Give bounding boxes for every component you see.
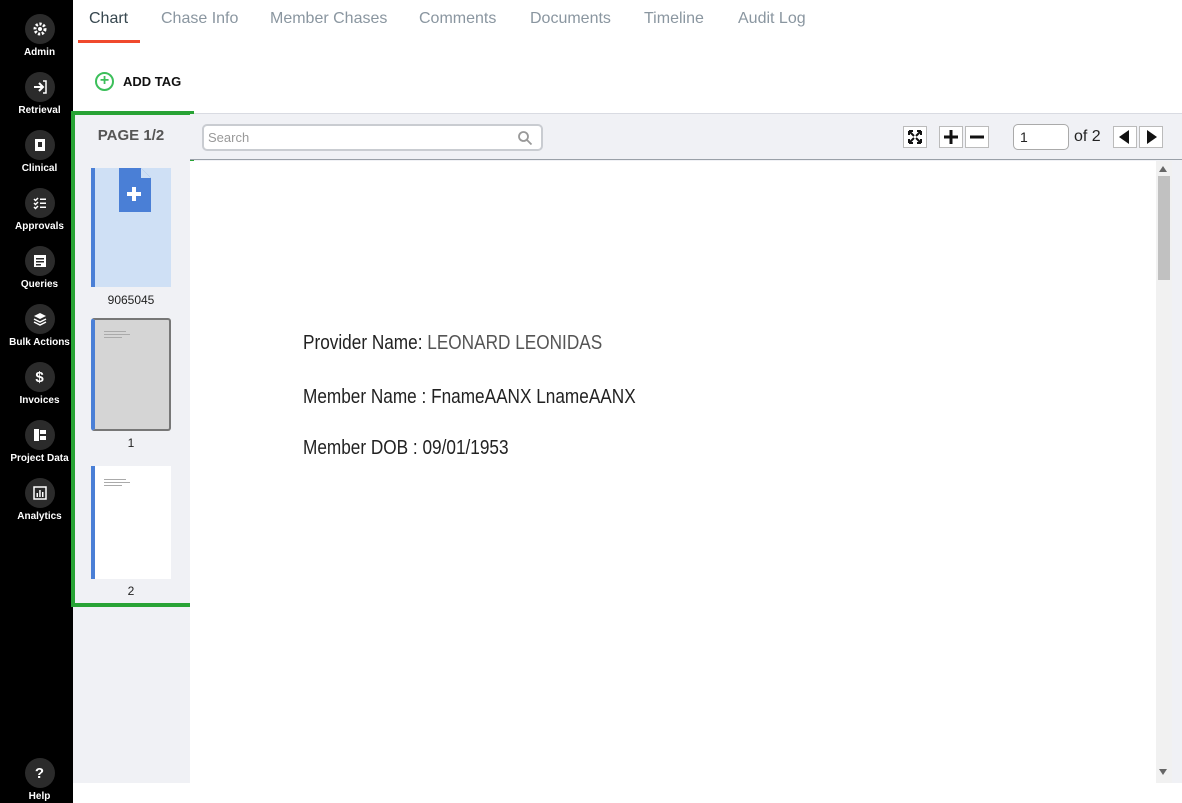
document-page: [190, 161, 1156, 783]
nav-bulk-actions[interactable]: Bulk Actions: [0, 304, 79, 348]
nav-label: Queries: [20, 279, 59, 290]
caret-left-icon: [1119, 130, 1129, 144]
prev-page-button[interactable]: [1113, 126, 1137, 148]
nav-label: Analytics: [17, 511, 62, 522]
sitemap-icon: [24, 420, 55, 450]
nav-label: Bulk Actions: [9, 337, 70, 348]
provider-name-label: Provider Name:: [303, 332, 423, 354]
member-dob-label: Member DOB :: [303, 437, 418, 459]
nav-admin[interactable]: Admin: [0, 14, 79, 58]
tab-comments[interactable]: Comments: [419, 10, 496, 28]
scroll-up-arrow-icon[interactable]: [1159, 166, 1167, 172]
left-nav-sidebar: Admin Retrieval Clinical Approvals Queri…: [0, 0, 73, 803]
member-name-label: Member Name :: [303, 386, 427, 408]
help-icon: ?: [24, 758, 55, 788]
plus-icon: [944, 130, 958, 144]
nav-project-data[interactable]: Project Data: [0, 420, 79, 464]
caret-right-icon: [1147, 130, 1157, 144]
nav-label: Invoices: [19, 395, 60, 406]
gear-icon: [24, 14, 55, 44]
provider-name-line: Provider Name: LEONARD LEONIDAS: [303, 332, 602, 355]
dollar-icon: $: [24, 362, 55, 392]
page-total-label: of 2: [1074, 128, 1101, 145]
search-input[interactable]: [204, 126, 504, 148]
tab-documents[interactable]: Documents: [530, 10, 611, 28]
page-number-input[interactable]: 1: [1013, 124, 1069, 150]
active-tab-indicator: [78, 40, 140, 43]
layers-icon: [24, 304, 55, 334]
list-box-icon: [24, 246, 55, 276]
nav-queries[interactable]: Queries: [0, 246, 79, 290]
zoom-out-button[interactable]: [965, 126, 989, 148]
tab-member-chases[interactable]: Member Chases: [270, 10, 387, 28]
provider-name-value: LEONARD LEONIDAS: [427, 332, 603, 354]
add-tag-button[interactable]: + ADD TAG: [95, 72, 181, 91]
nav-invoices[interactable]: $ Invoices: [0, 362, 79, 406]
thumbnail-highlight-box: [71, 111, 194, 607]
fit-page-button[interactable]: [903, 126, 927, 148]
tab-chart[interactable]: Chart: [89, 10, 128, 28]
nav-label: Retrieval: [18, 105, 61, 116]
scroll-down-arrow-icon[interactable]: [1159, 769, 1167, 775]
nav-clinical[interactable]: Clinical: [0, 130, 79, 174]
add-tag-label: ADD TAG: [123, 74, 182, 89]
nav-label: Project Data: [10, 453, 69, 464]
nav-label: Admin: [23, 47, 56, 58]
member-name-line: Member Name : FnameAANX LnameAANX: [303, 386, 636, 409]
minus-icon: [970, 135, 984, 139]
nav-retrieval[interactable]: Retrieval: [0, 72, 79, 116]
tab-bar: [73, 0, 1182, 44]
next-page-button[interactable]: [1139, 126, 1163, 148]
member-name-value: FnameAANX LnameAANX: [431, 386, 636, 408]
nav-label: Approvals: [15, 221, 64, 232]
zoom-in-button[interactable]: [939, 126, 963, 148]
sign-in-icon: [24, 72, 55, 102]
search-field[interactable]: [202, 124, 543, 151]
nav-analytics[interactable]: Analytics: [0, 478, 79, 522]
nav-label: Clinical: [21, 163, 58, 174]
nav-approvals[interactable]: Approvals: [0, 188, 79, 232]
nav-help[interactable]: ? Help: [0, 758, 79, 802]
checklist-icon: [24, 188, 55, 218]
nav-label: Help: [28, 791, 51, 802]
tab-timeline[interactable]: Timeline: [644, 10, 704, 28]
plus-circle-icon: +: [95, 72, 114, 91]
member-dob-value: 09/01/1953: [422, 437, 509, 459]
scroll-thumb[interactable]: [1158, 176, 1170, 280]
bar-chart-icon: [24, 478, 55, 508]
tab-audit-log[interactable]: Audit Log: [738, 10, 806, 28]
tab-chase-info[interactable]: Chase Info: [161, 10, 238, 28]
search-icon[interactable]: [517, 130, 533, 146]
member-dob-line: Member DOB : 09/01/1953: [303, 437, 509, 460]
expand-icon: [908, 130, 922, 144]
clipboard-icon: [24, 130, 55, 160]
